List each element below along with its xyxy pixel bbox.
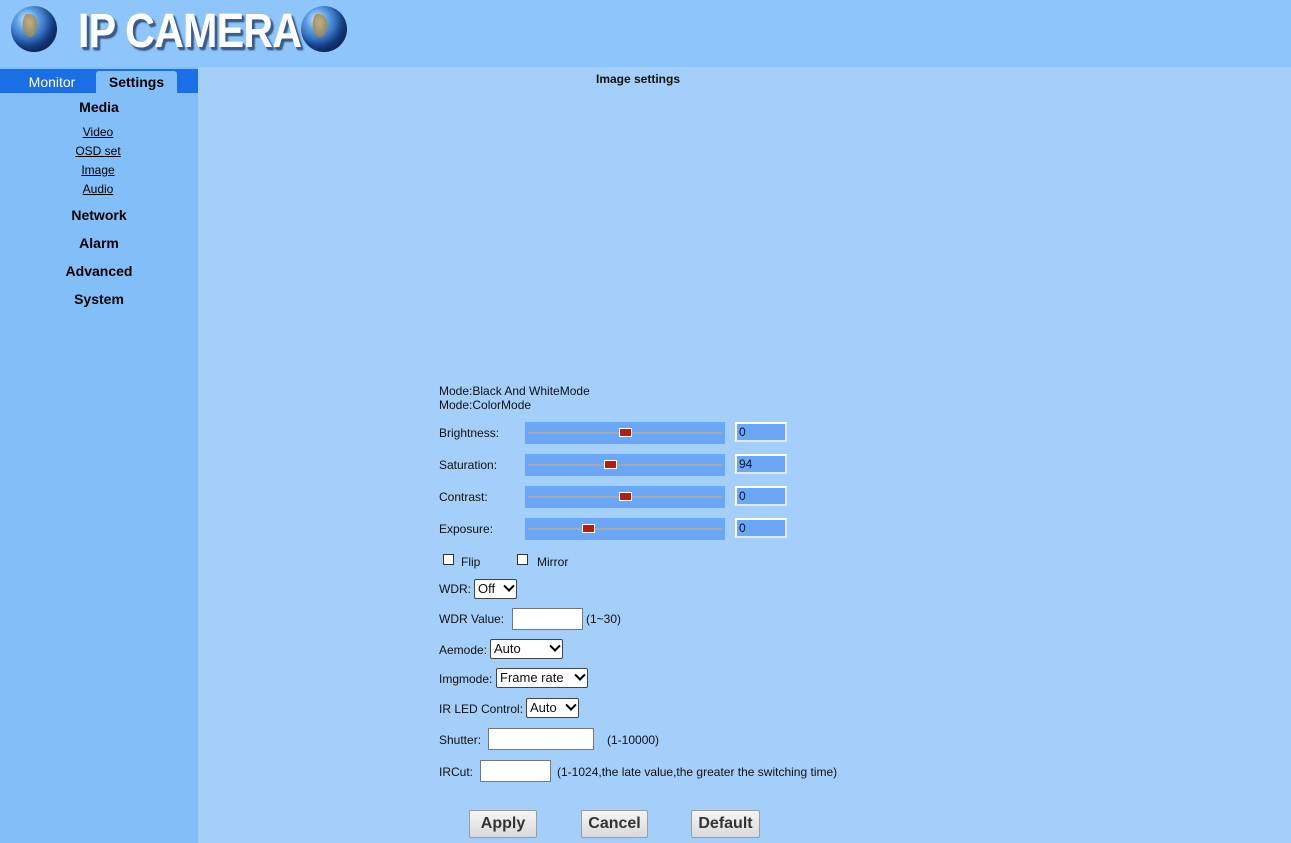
menu-alarm[interactable]: Alarm (0, 235, 198, 251)
flip-label: Flip (461, 555, 481, 569)
sidebar: Monitor Settings Media Video OSD set Ima… (0, 67, 198, 843)
header-bar: IP CAMERA (0, 0, 1291, 67)
mirror-label: Mirror (537, 555, 569, 569)
menu-system[interactable]: System (0, 291, 198, 307)
contrast-slider[interactable] (525, 486, 725, 508)
tab-settings[interactable]: Settings (96, 71, 177, 93)
contrast-value-input[interactable]: 0 (735, 486, 787, 506)
slider-track (528, 464, 722, 466)
aemode-select[interactable]: Auto (490, 639, 563, 659)
saturation-slider[interactable] (525, 454, 725, 476)
chevron-down-icon (503, 580, 515, 592)
wdr-select[interactable]: Off (474, 579, 517, 599)
flip-checkbox[interactable] (443, 554, 454, 565)
wdr-value-input[interactable] (512, 608, 583, 630)
shutter-label: Shutter: (439, 733, 482, 747)
slider-thumb[interactable] (581, 524, 595, 533)
menu-link-video[interactable]: Video (0, 125, 196, 139)
menu-advanced[interactable]: Advanced (0, 263, 198, 279)
imgmode-select-value: Frame rate (500, 670, 564, 685)
chevron-down-icon (549, 640, 561, 652)
imgmode-label: Imgmode: (439, 672, 493, 686)
mirror-checkbox[interactable] (517, 554, 528, 565)
ircut-label: IRCut: (439, 765, 474, 779)
globe-logo-right-icon (301, 6, 347, 52)
contrast-label: Contrast: (439, 490, 488, 504)
exposure-slider[interactable] (525, 518, 725, 540)
brightness-label: Brightness: (439, 426, 500, 440)
mode-color-text: Mode:ColorMode (439, 398, 532, 412)
ir-led-label: IR LED Control: (439, 702, 524, 716)
aemode-label: Aemode: (439, 643, 488, 657)
exposure-value-input[interactable]: 0 (735, 518, 787, 538)
cancel-button[interactable]: Cancel (581, 810, 648, 838)
ircut-hint: (1-1024,the late value,the greater the s… (557, 765, 838, 779)
tab-bar: Monitor Settings (0, 69, 198, 93)
menu-media[interactable]: Media (0, 99, 198, 115)
mode-bw-text: Mode:Black And WhiteMode (439, 384, 590, 398)
aemode-select-value: Auto (494, 641, 521, 656)
slider-thumb[interactable] (619, 428, 632, 437)
slider-thumb[interactable] (619, 492, 632, 501)
page-title: Image settings (595, 72, 681, 86)
default-button[interactable]: Default (691, 810, 760, 838)
ir-led-select[interactable]: Auto (526, 698, 579, 718)
logo-text: IP CAMERA (78, 5, 302, 58)
wdr-label: WDR: (439, 582, 471, 596)
shutter-input[interactable] (488, 728, 594, 750)
saturation-value-input[interactable]: 94 (735, 454, 787, 474)
chevron-down-icon (574, 669, 586, 681)
menu-link-image[interactable]: Image (0, 163, 196, 177)
ircut-input[interactable] (480, 760, 551, 782)
chevron-down-icon (565, 699, 577, 711)
shutter-hint: (1-10000) (607, 733, 660, 747)
menu-link-osd-set[interactable]: OSD set (0, 144, 196, 158)
slider-thumb[interactable] (604, 460, 618, 469)
wdr-value-label: WDR Value: (439, 612, 505, 626)
ir-led-select-value: Auto (530, 700, 557, 715)
imgmode-select[interactable]: Frame rate (496, 668, 588, 688)
menu-link-audio[interactable]: Audio (0, 182, 196, 196)
slider-track (528, 528, 722, 530)
wdr-value-hint: (1~30) (586, 612, 622, 626)
wdr-select-value: Off (478, 581, 496, 596)
tab-monitor[interactable]: Monitor (14, 71, 90, 93)
globe-logo-left-icon (11, 6, 57, 52)
saturation-label: Saturation: (439, 458, 498, 472)
exposure-label: Exposure: (439, 522, 494, 536)
brightness-slider[interactable] (525, 422, 725, 444)
menu-network[interactable]: Network (0, 207, 198, 223)
brightness-value-input[interactable]: 0 (735, 422, 787, 442)
apply-button[interactable]: Apply (469, 810, 537, 838)
